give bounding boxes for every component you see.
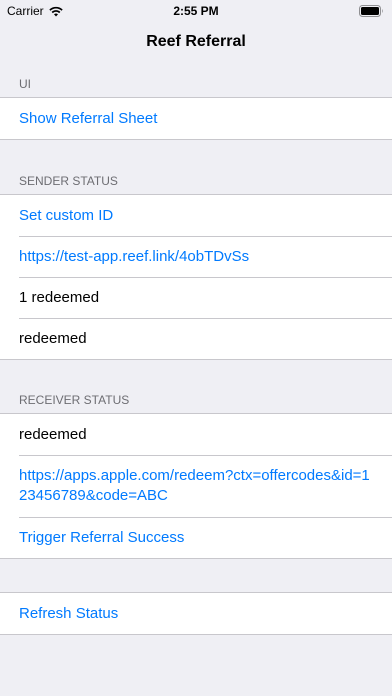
sender-status: redeemed (0, 318, 392, 359)
receiver-status: redeemed (19, 425, 87, 443)
battery-icon (359, 5, 383, 17)
sender-referral-link[interactable]: https://test-app.reef.link/4obTDvSs (0, 236, 392, 277)
status-bar: Carrier 2:55 PM (0, 0, 392, 22)
section-header-ui: UI (19, 77, 31, 91)
section-header-receiver: RECEIVER STATUS (19, 393, 130, 407)
nav-title: Reef Referral (146, 33, 246, 50)
sender-group: Set custom ID https://test-app.reef.link… (0, 194, 392, 360)
receiver-group: redeemed https://apps.apple.com/redeem?c… (0, 413, 392, 559)
status-time: 2:55 PM (173, 4, 219, 18)
refresh-status-button[interactable]: Refresh Status (0, 593, 392, 634)
navigation-bar: Reef Referral (0, 22, 392, 62)
status-right (359, 5, 384, 20)
show-referral-sheet-button[interactable]: Show Referral Sheet (0, 98, 392, 139)
ui-group: Show Referral Sheet (0, 97, 392, 140)
actions-group: Refresh Status (0, 592, 392, 635)
trigger-referral-success-button[interactable]: Trigger Referral Success (0, 517, 392, 558)
offer-code-link[interactable]: https://apps.apple.com/redeem?ctx=offerc… (0, 455, 392, 517)
section-header-sender: SENDER STATUS (19, 174, 118, 188)
sender-redeemed-count: 1 redeemed (0, 277, 392, 318)
set-custom-id-button[interactable]: Set custom ID (0, 195, 392, 236)
